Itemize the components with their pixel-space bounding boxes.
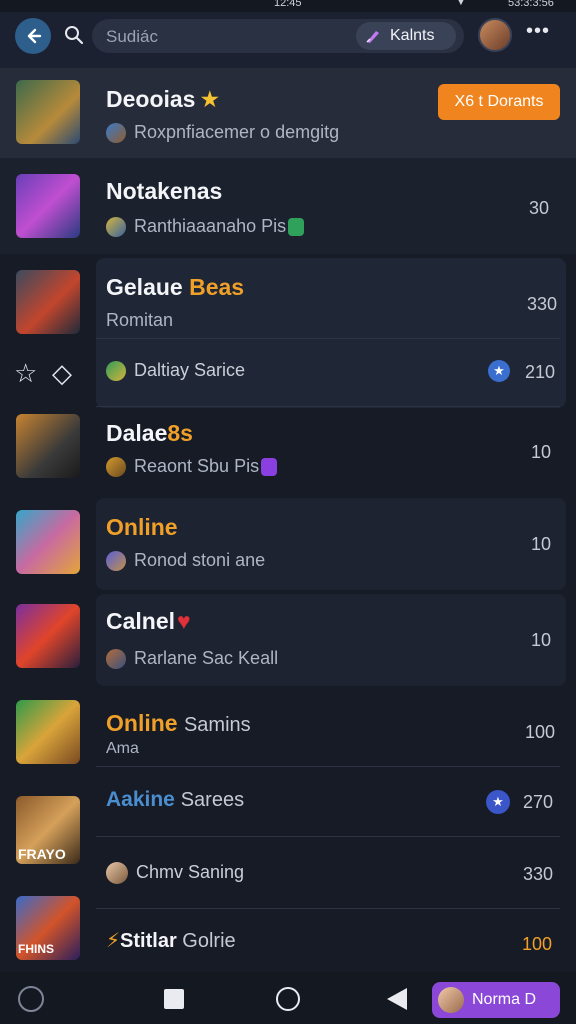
game-thumbnail [16, 174, 80, 238]
purple-badge-icon [261, 458, 278, 477]
bolt-icon: ⚡ [106, 930, 121, 952]
feather-icon [366, 31, 379, 43]
bottom-navigation: Norma D [0, 972, 576, 1024]
item-subtitle: Ranthiaaanaho Pis [106, 216, 305, 238]
item-subtitle: Daltiay Sarice [106, 360, 245, 382]
blue-badge-icon: ★ [486, 790, 510, 814]
item-subtitle: Reaont Sbu Pis [106, 456, 278, 478]
item-count: 10 [531, 630, 552, 650]
mini-avatar [106, 457, 126, 478]
mini-avatar [106, 123, 126, 144]
item-count: 210 [525, 362, 556, 382]
status-time: 12:45 [274, 0, 302, 9]
list-item[interactable]: FHINS ⚡Stitlar Golrie 100 [0, 896, 576, 968]
filter-chip[interactable]: Kalnts [356, 22, 456, 50]
mini-avatar [106, 361, 126, 382]
item-count: 100 [522, 934, 553, 954]
item-count: 10 [531, 534, 552, 554]
list-item[interactable]: Calnel♥ Rarlane Sac Keall 10 [0, 594, 576, 686]
item-subtitle: Rarlane Sac Keall [106, 648, 278, 670]
game-thumbnail [16, 510, 80, 574]
game-thumbnail: FHINS [16, 896, 80, 960]
divider [96, 766, 560, 767]
divider [96, 406, 560, 407]
list-item[interactable]: Online Ronod stoni ane 10 [0, 498, 576, 590]
game-thumbnail [16, 414, 80, 478]
diamond-icon[interactable]: ◇ [52, 358, 72, 389]
mini-avatar [106, 217, 126, 238]
item-subtitle: Ama [106, 740, 139, 757]
item-title: Calnel♥ [106, 608, 191, 634]
search-input[interactable]: Sudiác Kalnts [92, 19, 464, 53]
list-item[interactable]: ☆ ◇ Daltiay Sarice ★ 210 [0, 340, 576, 406]
profile-pill-button[interactable]: Norma D [432, 982, 560, 1018]
action-button-label: X6 t Dorants [454, 93, 544, 110]
top-bar: Sudiác Kalnts ••• [0, 12, 576, 68]
sparkle-icon[interactable]: ☆ [14, 358, 37, 389]
item-title: Gelaue Beas [106, 274, 245, 300]
mini-avatar [106, 862, 128, 885]
item-title: ⚡Stitlar Golrie [106, 930, 236, 952]
list-item[interactable]: Gelaue Beas Romitan 330 [0, 258, 576, 338]
list-item[interactable]: Dalae8s Reaont Sbu Pis 10 [0, 408, 576, 496]
game-thumbnail [16, 80, 80, 144]
heart-icon: ♥ [177, 608, 191, 634]
list-item[interactable]: FRAYO Aakine Sarees ★ 270 [0, 768, 576, 864]
divider [96, 836, 560, 837]
avatar [438, 987, 464, 1013]
game-thumbnail [16, 604, 80, 668]
more-options-icon[interactable]: ••• [526, 20, 550, 43]
pill-label: Norma D [472, 991, 537, 1008]
item-count: 10 [531, 442, 552, 462]
back-button[interactable] [15, 18, 51, 54]
divider [96, 338, 560, 339]
status-right-text: 53:3:3:56 [508, 0, 554, 9]
featured-row[interactable]: Deooias ★ Roxpnfiacemer o demgitg X6 t Do… [0, 68, 576, 158]
item-title: Online Samins [106, 710, 251, 736]
item-title: Deooias ★ [106, 86, 221, 112]
search-placeholder: Sudiác [106, 27, 158, 46]
item-title: Dalae8s [106, 420, 193, 446]
wifi-icon: ▼ [455, 0, 467, 8]
menu-icon[interactable] [18, 986, 44, 1012]
item-count: 30 [529, 198, 550, 218]
thumbnail-label: FHINS [18, 942, 54, 956]
arrow-left-icon [27, 28, 42, 44]
profile-avatar[interactable] [478, 18, 512, 52]
list-item[interactable]: Notakenas Ranthiaaanaho Pis 30 [0, 158, 576, 254]
item-title: Notakenas [106, 178, 223, 204]
item-count: 100 [525, 722, 556, 742]
item-count: 330 [527, 294, 558, 314]
status-bar: 12:45 ▼ 53:3:3:56 [0, 0, 576, 12]
home-icon[interactable] [276, 987, 300, 1011]
action-button[interactable]: X6 t Dorants [438, 84, 560, 120]
back-icon[interactable] [387, 988, 407, 1010]
item-count: 270 [523, 792, 554, 812]
mini-avatar [106, 649, 126, 670]
item-title: Aakine Sarees [106, 788, 245, 811]
mini-avatar [106, 551, 126, 572]
list-item[interactable]: Online Samins Ama 100 [0, 690, 576, 766]
green-badge-icon [288, 218, 305, 237]
item-subtitle: Chmv Saning [106, 862, 244, 885]
game-thumbnail [16, 700, 80, 764]
search-icon[interactable] [63, 24, 85, 46]
item-count: 330 [523, 864, 554, 884]
item-subtitle: Ronod stoni ane [106, 550, 265, 572]
item-subtitle: Romitan [106, 310, 174, 330]
item-title: Online [106, 514, 178, 540]
item-subtitle: Roxpnfiacemer o demgitg [106, 122, 339, 144]
recent-apps-icon[interactable] [164, 989, 184, 1009]
star-icon: ★ [199, 86, 221, 112]
chip-label: Kalnts [390, 27, 435, 44]
blue-badge-icon: ★ [488, 360, 510, 382]
